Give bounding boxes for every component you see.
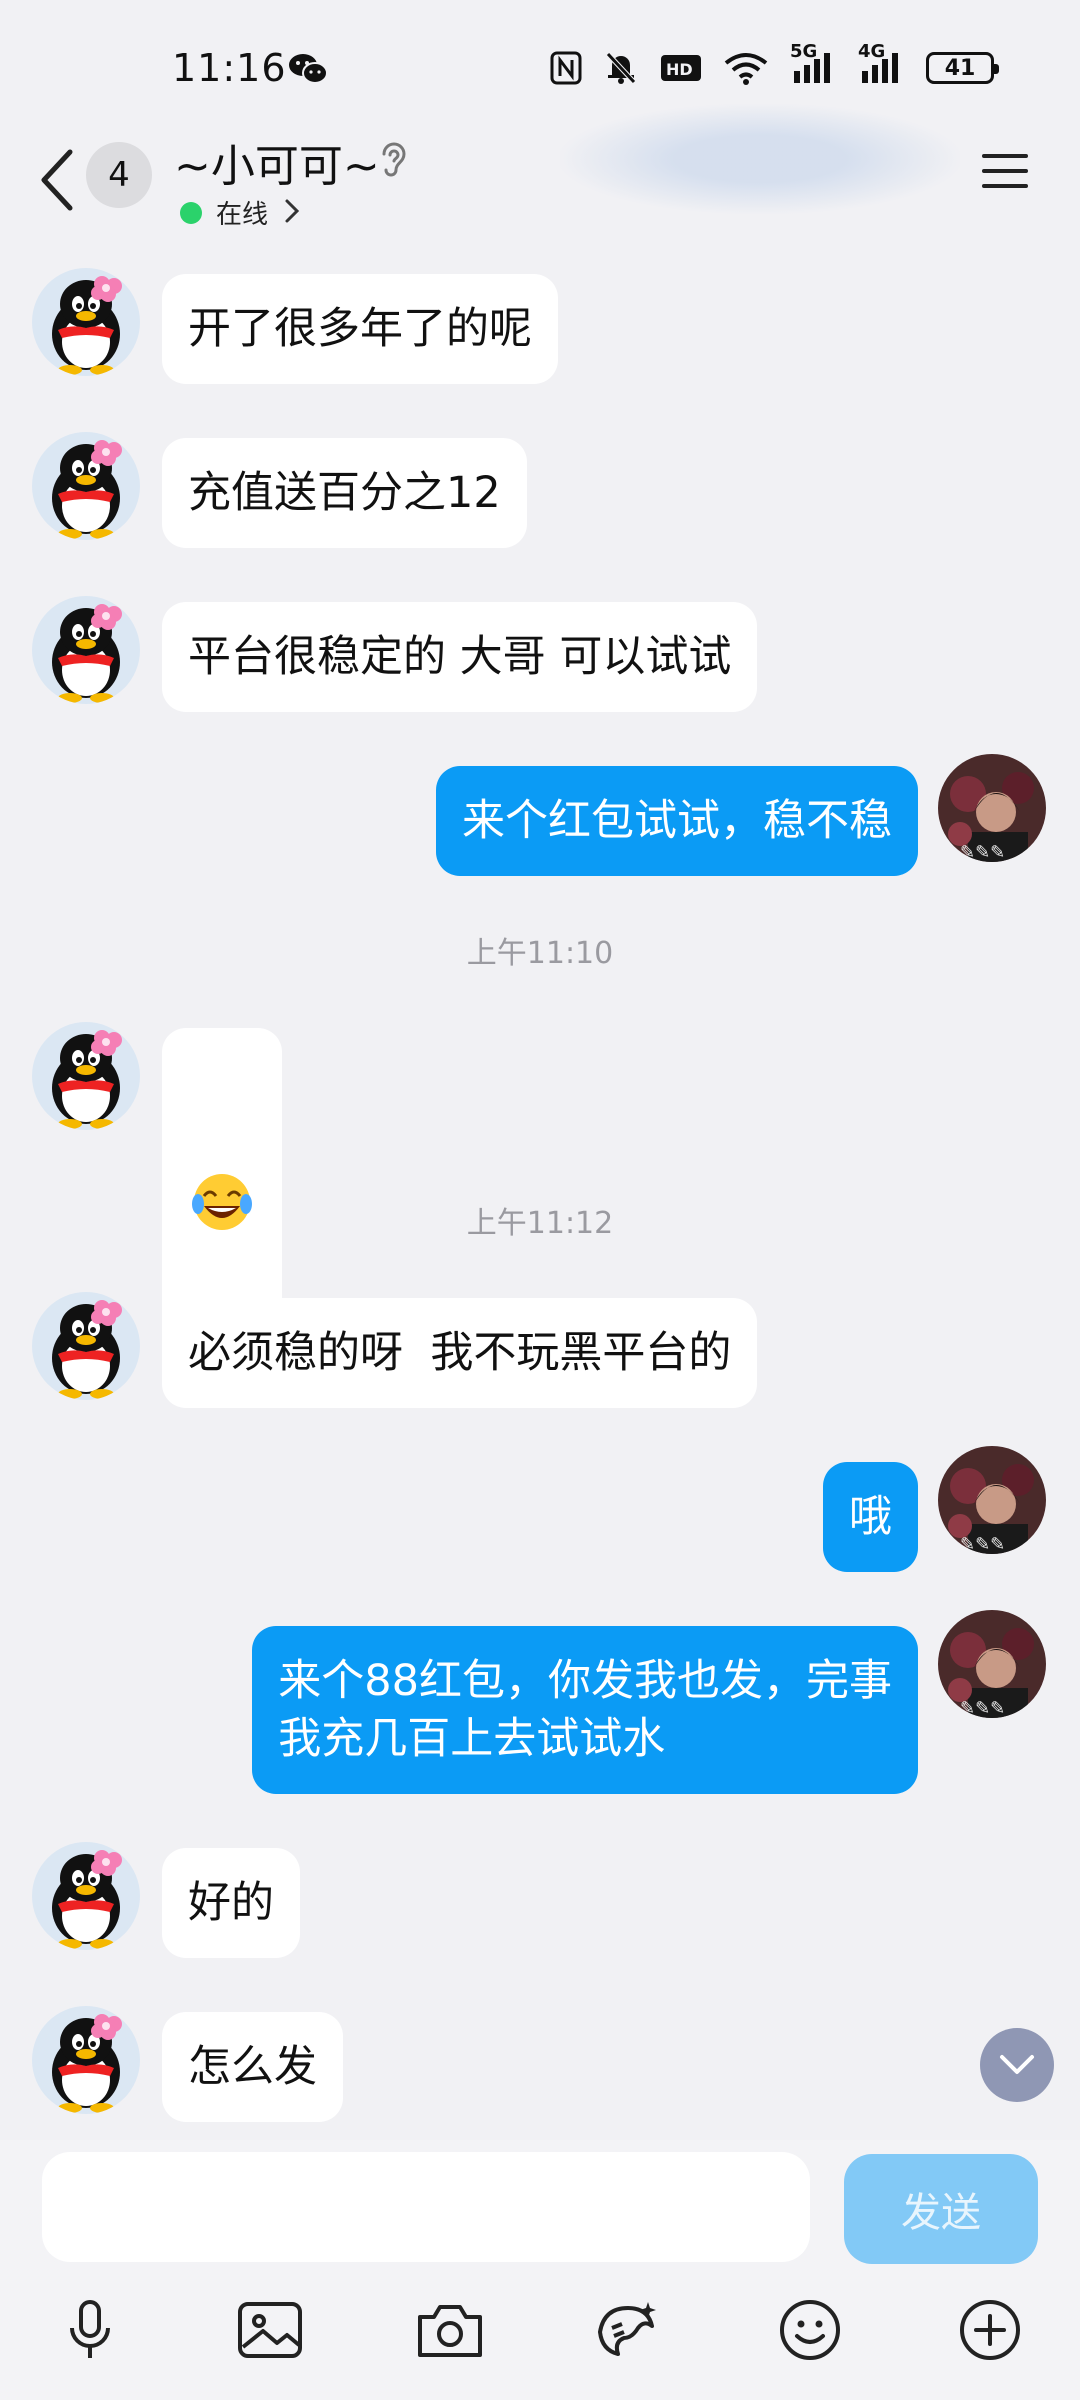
incoming-message-bubble[interactable]: 开了很多年了的呢 xyxy=(162,274,558,384)
image-button[interactable] xyxy=(230,2290,310,2370)
emoji-icon xyxy=(780,2300,840,2360)
contact-avatar[interactable] xyxy=(32,1292,140,1400)
camera-icon xyxy=(418,2305,482,2357)
timestamp-separator: 上午11:12 xyxy=(466,1206,614,1241)
contact-avatar[interactable] xyxy=(32,1022,140,1130)
send-button[interactable]: 发送 xyxy=(844,2154,1038,2264)
more-actions-button[interactable] xyxy=(950,2290,1030,2370)
own-avatar[interactable] xyxy=(938,1610,1046,1718)
contact-avatar[interactable] xyxy=(32,268,140,376)
chevron-down-icon xyxy=(1000,2055,1034,2074)
voice-button[interactable] xyxy=(50,2290,130,2370)
contact-avatar[interactable] xyxy=(32,432,140,540)
own-avatar[interactable] xyxy=(938,754,1046,862)
own-avatar[interactable] xyxy=(938,1446,1046,1554)
composer-toolbar xyxy=(0,2290,1080,2390)
timestamp-separator: 上午11:10 xyxy=(466,936,614,971)
outgoing-message-bubble[interactable]: 来个88红包，你发我也发，完事 我充几百上去试试水 xyxy=(252,1626,918,1794)
microphone-icon xyxy=(70,2300,110,2358)
paint-icon xyxy=(598,2302,656,2356)
outgoing-message-bubble[interactable]: 来个红包试试，稳不稳 xyxy=(436,766,918,876)
incoming-message-bubble[interactable]: 怎么发 xyxy=(162,2012,343,2122)
doodle-button[interactable] xyxy=(588,2290,668,2370)
plus-icon xyxy=(960,2300,1020,2360)
contact-avatar[interactable] xyxy=(32,596,140,704)
scroll-to-bottom-button[interactable] xyxy=(980,2028,1054,2102)
message-input[interactable] xyxy=(42,2152,810,2262)
incoming-message-bubble[interactable]: 好的 xyxy=(162,1848,300,1958)
incoming-message-bubble[interactable]: 充值送百分之12 xyxy=(162,438,527,548)
composer-area: 发送 xyxy=(0,2140,1080,2400)
outgoing-message-bubble[interactable]: 哦 xyxy=(823,1462,918,1572)
chat-message-list[interactable]: 开了很多年了的呢 充值送百分之12 平台很稳定的 大哥 可以试试 来个红包试试，… xyxy=(0,0,1080,2140)
incoming-message-bubble[interactable]: 平台很稳定的 大哥 可以试试 xyxy=(162,602,758,712)
image-icon xyxy=(238,2302,302,2358)
camera-button[interactable] xyxy=(410,2290,490,2370)
contact-avatar[interactable] xyxy=(32,2006,140,2114)
incoming-message-bubble[interactable]: 必须稳的呀 我不玩黑平台的 xyxy=(162,1298,758,1408)
contact-avatar[interactable] xyxy=(32,1842,140,1950)
emoji-button[interactable] xyxy=(770,2290,850,2370)
